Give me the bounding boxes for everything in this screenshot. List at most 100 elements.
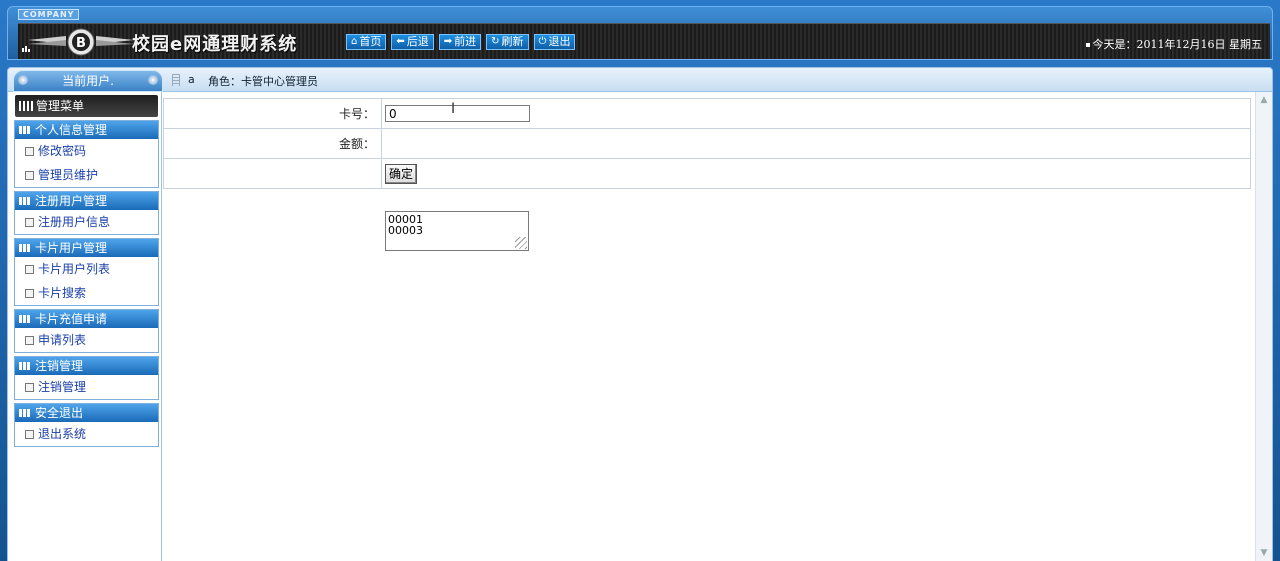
app-title: 校园e网通理财系统 [132, 34, 298, 55]
nav-label: 退出 [548, 35, 571, 48]
sidebar-item-change-password[interactable]: 修改密码 [15, 139, 158, 163]
current-user-label: 当前用户. [62, 74, 114, 88]
bullet-icon [1085, 43, 1090, 47]
sidebar-item-label: 申请列表 [38, 333, 87, 347]
group-cancellation: 注销管理 注销管理 [14, 356, 159, 400]
folder-icon [19, 315, 31, 323]
card-number-input[interactable] [385, 105, 530, 122]
group-safe-exit: 安全退出 退出系统 [14, 403, 159, 447]
document-icon [25, 170, 34, 180]
menu-title: 管理菜单 [36, 99, 85, 113]
document-icon [25, 217, 34, 227]
document-icon [25, 146, 34, 156]
sidebar-item-label: 卡片搜索 [38, 286, 87, 300]
autocomplete-option[interactable]: 00003 [388, 225, 526, 236]
group-title[interactable]: 卡片充值申请 [15, 310, 158, 328]
card-number-cell [381, 98, 1251, 129]
amount-label: 金额： [163, 128, 382, 159]
empty-cell [163, 158, 382, 189]
power-icon: ⏻ [538, 36, 547, 47]
arrow-left-icon: ⬅ [396, 36, 405, 47]
refresh-icon: ↻ [491, 36, 500, 47]
sidebar-item-label: 修改密码 [38, 144, 87, 158]
document-icon [25, 382, 34, 392]
folder-icon [19, 409, 31, 417]
recharge-form: 卡号： 金额： 确定 [163, 98, 1251, 189]
group-label: 卡片用户管理 [35, 241, 108, 255]
knob-icon [148, 75, 158, 85]
menu-header: 管理菜单 [15, 95, 158, 117]
document-icon [25, 335, 34, 345]
back-button[interactable]: ⬅ 后退 [391, 34, 434, 50]
confirm-button[interactable]: 确定 [385, 163, 418, 184]
forward-button[interactable]: ➡ 前进 [438, 34, 482, 50]
home-button[interactable]: ⌂ 首页 [346, 34, 387, 50]
group-registered-users: 注册用户管理 注册用户信息 [14, 191, 159, 235]
sidebar-item-label: 注册用户信息 [38, 215, 111, 229]
sidebar-item-cancellation[interactable]: 注销管理 [15, 375, 158, 399]
group-label: 注册用户管理 [35, 194, 108, 208]
group-title[interactable]: 注册用户管理 [15, 192, 158, 210]
list-icon [172, 74, 180, 86]
sidebar-item-label: 注销管理 [38, 380, 87, 394]
sidebar: 管理菜单 个人信息管理 修改密码 管理员维护 注册用户管理 注册用户信息 卡片用… [7, 92, 162, 561]
nav-label: 后退 [406, 35, 429, 48]
home-icon: ⌂ [351, 36, 358, 47]
main-content: 卡号： 金额： 确定 I 00001 00003 ▲ [162, 92, 1273, 561]
document-icon [25, 264, 34, 274]
nav-toolbar: ⌂ 首页 ⬅ 后退 ➡ 前进 ↻ 刷新 ⏻ 退出 [346, 34, 576, 50]
group-title[interactable]: 安全退出 [15, 404, 158, 422]
menu-grid-icon [19, 101, 33, 111]
current-user-tab: 当前用户. [13, 70, 163, 92]
svg-text:B: B [76, 36, 86, 51]
group-card-recharge: 卡片充值申请 申请列表 [14, 309, 159, 353]
scroll-up-icon[interactable]: ▲ [1258, 94, 1270, 106]
sidebar-item-card-user-list[interactable]: 卡片用户列表 [15, 257, 158, 281]
sidebar-item-admin-maintenance[interactable]: 管理员维护 [15, 163, 158, 187]
scroll-down-icon[interactable]: ▼ [1258, 547, 1270, 559]
header: COMPANY B 校园e网通理财系统 ⌂ 首页 ⬅ 后退 ➡ 前进 ↻ 刷新 … [7, 6, 1273, 60]
sidebar-item-exit-system[interactable]: 退出系统 [15, 422, 158, 446]
sub-bar: 当前用户. a 角色：卡管中心管理员 [7, 67, 1273, 92]
group-title[interactable]: 个人信息管理 [15, 121, 158, 139]
group-label: 卡片充值申请 [35, 312, 108, 326]
logout-button[interactable]: ⏻ 退出 [533, 34, 576, 50]
group-card-users: 卡片用户管理 卡片用户列表 卡片搜索 [14, 238, 159, 306]
sidebar-item-registered-user-info[interactable]: 注册用户信息 [15, 210, 158, 234]
group-label: 注销管理 [35, 359, 84, 373]
group-label: 个人信息管理 [35, 123, 108, 137]
company-badge: COMPANY [18, 9, 80, 20]
amount-cell [381, 128, 1251, 159]
sidebar-item-card-search[interactable]: 卡片搜索 [15, 281, 158, 305]
group-title[interactable]: 卡片用户管理 [15, 239, 158, 257]
refresh-button[interactable]: ↻ 刷新 [486, 34, 529, 50]
text-cursor-icon: I [451, 101, 456, 117]
username: a [188, 73, 195, 86]
folder-icon [19, 244, 31, 252]
folder-icon [19, 197, 31, 205]
role-label: 角色：卡管中心管理员 [208, 75, 318, 88]
document-icon [25, 288, 34, 298]
group-personal-info: 个人信息管理 修改密码 管理员维护 [14, 120, 159, 188]
banner: B 校园e网通理财系统 ⌂ 首页 ⬅ 后退 ➡ 前进 ↻ 刷新 ⏻ 退出 今天是：2011… [18, 23, 1270, 59]
folder-icon [19, 362, 31, 370]
form-row-submit: 确定 [163, 158, 1251, 189]
arrow-right-icon: ➡ [443, 36, 453, 47]
autocomplete-dropdown: 00001 00003 [385, 211, 529, 251]
card-number-label: 卡号： [163, 98, 382, 129]
vertical-scrollbar[interactable]: ▲ ▼ [1255, 92, 1272, 561]
date-display: 今天是：2011年12月16日 星期五 [1085, 36, 1262, 52]
group-title[interactable]: 注销管理 [15, 357, 158, 375]
document-icon [25, 429, 34, 439]
sidebar-item-label: 管理员维护 [38, 168, 99, 182]
sidebar-item-label: 退出系统 [38, 427, 87, 441]
sidebar-item-request-list[interactable]: 申请列表 [15, 328, 158, 352]
submit-cell: 确定 [381, 158, 1251, 189]
bentley-logo: B [26, 26, 136, 58]
date-text: 今天是：2011年12月16日 星期五 [1092, 38, 1262, 51]
nav-label: 刷新 [501, 35, 524, 48]
nav-label: 前进 [454, 35, 477, 48]
resize-grip-icon[interactable] [515, 237, 527, 249]
group-label: 安全退出 [35, 406, 84, 420]
form-row-card: 卡号： [163, 98, 1251, 129]
